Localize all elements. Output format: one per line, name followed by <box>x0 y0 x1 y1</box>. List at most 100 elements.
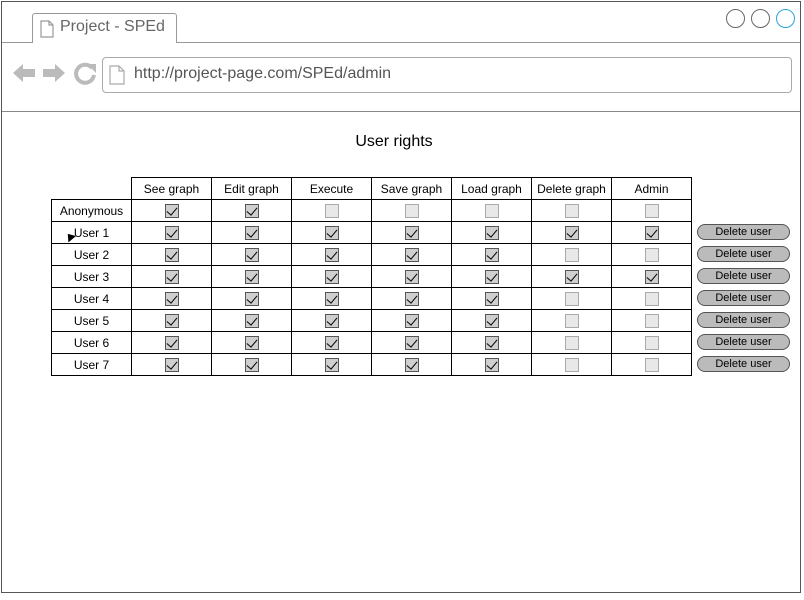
checkbox-checked[interactable] <box>164 247 179 262</box>
rights-cell <box>211 287 292 310</box>
rights-cell <box>291 287 372 310</box>
checkbox-unchecked[interactable] <box>644 291 659 306</box>
checkbox-unchecked[interactable] <box>564 247 579 262</box>
checkbox-checked[interactable] <box>164 335 179 350</box>
rights-cell <box>611 243 692 266</box>
checkbox-checked[interactable] <box>164 291 179 306</box>
checkbox-checked[interactable] <box>324 357 339 372</box>
rights-cell <box>611 265 692 288</box>
checkbox-checked[interactable] <box>404 269 419 284</box>
checkbox-unchecked[interactable] <box>564 203 579 218</box>
checkbox-unchecked[interactable] <box>644 357 659 372</box>
checkbox-unchecked[interactable] <box>404 203 419 218</box>
checkbox-unchecked[interactable] <box>644 247 659 262</box>
checkbox-checked[interactable] <box>484 313 499 328</box>
checkbox-checked[interactable] <box>164 225 179 240</box>
delete-user-button[interactable]: Delete user <box>697 290 790 306</box>
column-header: Save graph <box>371 177 452 200</box>
rights-cell <box>291 353 372 376</box>
checkbox-checked[interactable] <box>324 269 339 284</box>
checkbox-checked[interactable] <box>484 291 499 306</box>
delete-user-button[interactable]: Delete user <box>697 312 790 328</box>
checkbox-unchecked[interactable] <box>564 313 579 328</box>
rights-cell <box>531 265 612 288</box>
checkbox-checked[interactable] <box>404 291 419 306</box>
delete-user-button[interactable]: Delete user <box>697 334 790 350</box>
checkbox-checked[interactable] <box>644 269 659 284</box>
checkbox-unchecked[interactable] <box>564 357 579 372</box>
checkbox-checked[interactable] <box>244 247 259 262</box>
address-bar[interactable]: http://project-page.com/SPEd/admin <box>102 57 792 93</box>
rights-cell <box>291 309 372 332</box>
checkbox-unchecked[interactable] <box>324 203 339 218</box>
rights-cell <box>451 287 532 310</box>
checkbox-checked[interactable] <box>324 291 339 306</box>
checkbox-checked[interactable] <box>404 313 419 328</box>
delete-user-button[interactable]: Delete user <box>697 268 790 284</box>
window-button-icon[interactable] <box>776 9 795 28</box>
checkbox-checked[interactable] <box>484 335 499 350</box>
checkbox-checked[interactable] <box>484 247 499 262</box>
checkbox-checked[interactable] <box>484 269 499 284</box>
user-name: User 6 <box>51 331 132 354</box>
table-row: User 4 <box>51 287 692 310</box>
checkbox-checked[interactable] <box>244 269 259 284</box>
window-button-icon[interactable] <box>726 9 745 28</box>
checkbox-checked[interactable] <box>324 247 339 262</box>
checkbox-checked[interactable] <box>244 225 259 240</box>
rights-cell <box>371 221 452 244</box>
checkbox-checked[interactable] <box>244 313 259 328</box>
window-button-icon[interactable] <box>751 9 770 28</box>
rights-cell <box>211 265 292 288</box>
header-corner <box>51 177 132 200</box>
rights-cell <box>531 353 612 376</box>
checkbox-checked[interactable] <box>164 313 179 328</box>
checkbox-checked[interactable] <box>164 357 179 372</box>
checkbox-checked[interactable] <box>564 225 579 240</box>
browser-tab[interactable]: Project - SPEd <box>32 13 177 43</box>
checkbox-checked[interactable] <box>484 225 499 240</box>
rights-cell <box>131 199 212 222</box>
rights-cell <box>131 243 212 266</box>
table-row: User 1 <box>51 221 692 244</box>
delete-user-button[interactable]: Delete user <box>697 224 790 240</box>
checkbox-checked[interactable] <box>244 203 259 218</box>
checkbox-checked[interactable] <box>404 335 419 350</box>
checkbox-checked[interactable] <box>324 313 339 328</box>
reload-icon[interactable] <box>73 62 97 91</box>
checkbox-checked[interactable] <box>244 335 259 350</box>
rights-cell <box>451 221 532 244</box>
rights-cell <box>211 221 292 244</box>
document-icon <box>40 20 54 43</box>
rights-cell <box>451 331 532 354</box>
back-arrow-icon[interactable] <box>12 62 36 89</box>
forward-arrow-icon[interactable] <box>42 62 66 89</box>
checkbox-unchecked[interactable] <box>644 335 659 350</box>
delete-user-button[interactable]: Delete user <box>697 246 790 262</box>
rights-cell <box>531 331 612 354</box>
checkbox-checked[interactable] <box>484 357 499 372</box>
delete-user-button[interactable]: Delete user <box>697 356 790 372</box>
document-icon <box>109 65 125 90</box>
rights-cell <box>211 243 292 266</box>
checkbox-checked[interactable] <box>244 291 259 306</box>
checkbox-checked[interactable] <box>644 225 659 240</box>
checkbox-unchecked[interactable] <box>644 313 659 328</box>
rights-cell <box>211 331 292 354</box>
checkbox-unchecked[interactable] <box>564 291 579 306</box>
checkbox-checked[interactable] <box>164 269 179 284</box>
checkbox-checked[interactable] <box>324 335 339 350</box>
rights-cell <box>451 309 532 332</box>
rights-cell <box>531 309 612 332</box>
user-rights-table: See graph Edit graph Execute Save graph … <box>51 177 692 376</box>
checkbox-checked[interactable] <box>404 225 419 240</box>
checkbox-checked[interactable] <box>324 225 339 240</box>
checkbox-checked[interactable] <box>564 269 579 284</box>
checkbox-checked[interactable] <box>244 357 259 372</box>
checkbox-checked[interactable] <box>164 203 179 218</box>
checkbox-checked[interactable] <box>404 247 419 262</box>
checkbox-unchecked[interactable] <box>564 335 579 350</box>
checkbox-unchecked[interactable] <box>644 203 659 218</box>
checkbox-checked[interactable] <box>404 357 419 372</box>
checkbox-unchecked[interactable] <box>484 203 499 218</box>
